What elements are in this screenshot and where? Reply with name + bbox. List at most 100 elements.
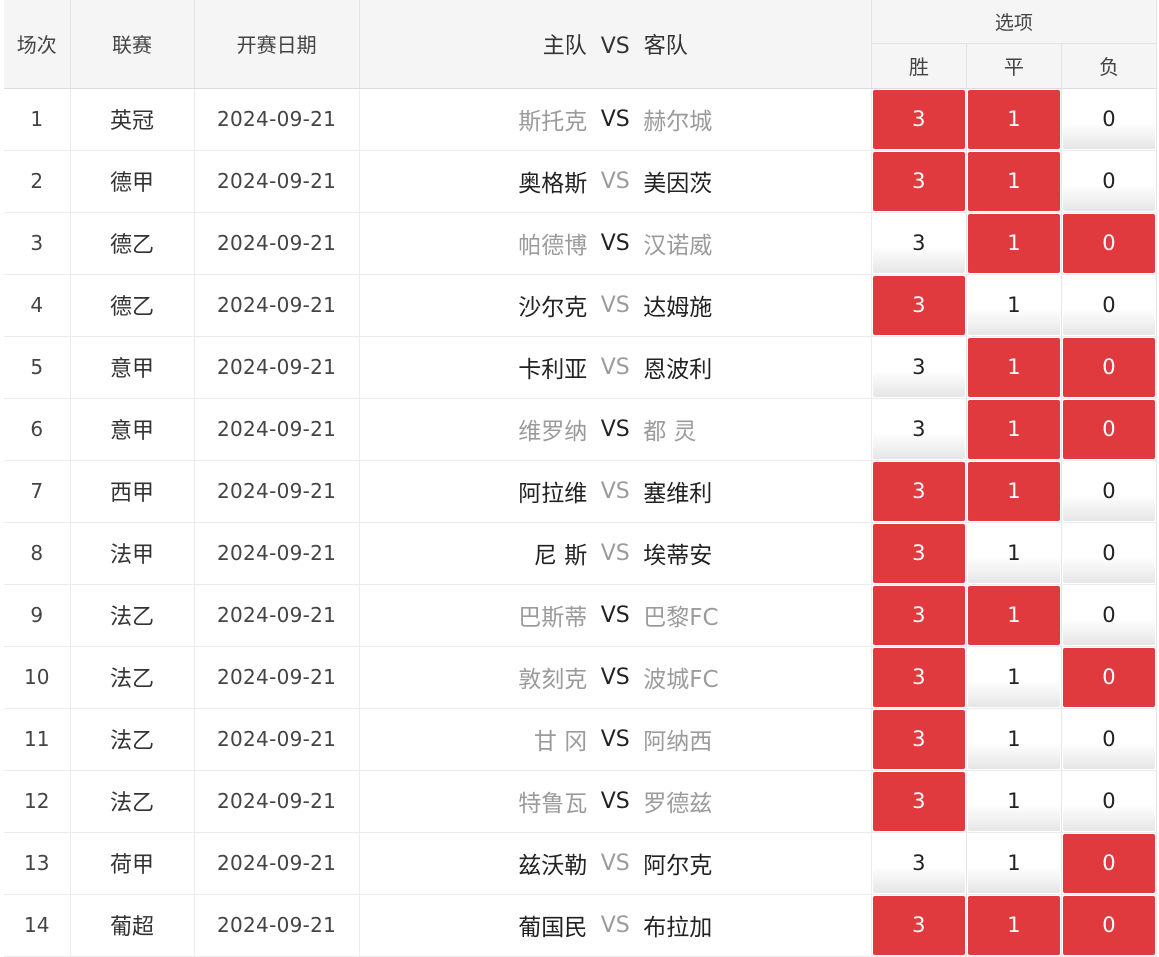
option-draw-button[interactable]: 1 bbox=[967, 523, 1060, 583]
vs-label: VS bbox=[600, 540, 630, 566]
league-name: 德甲 bbox=[70, 150, 195, 213]
away-team: 埃蒂安 bbox=[643, 543, 713, 569]
league-name: 英冠 bbox=[70, 88, 195, 151]
league-name: 法甲 bbox=[70, 522, 195, 585]
option-lose-button[interactable]: 0 bbox=[1062, 585, 1155, 645]
option-draw-button[interactable]: 1 bbox=[967, 709, 1060, 769]
option-cell-draw: 1 bbox=[966, 708, 1062, 771]
option-cell-win: 3 bbox=[871, 770, 967, 833]
match-cell: 葡国民 VS 布拉加 bbox=[359, 894, 872, 957]
match-cell: 兹沃勒 VS 阿尔克 bbox=[359, 832, 872, 895]
option-draw-button[interactable]: 1 bbox=[967, 647, 1060, 707]
option-win-button[interactable]: 3 bbox=[872, 399, 965, 459]
table-row: 4 德乙 2024-09-21 沙尔克 VS 达姆施 3 1 0 bbox=[4, 274, 1158, 337]
league-name: 西甲 bbox=[70, 460, 195, 523]
match-date: 2024-09-21 bbox=[194, 460, 360, 523]
vs-label: VS bbox=[600, 230, 630, 256]
option-draw-button[interactable]: 1 bbox=[967, 585, 1060, 645]
match-date: 2024-09-21 bbox=[194, 522, 360, 585]
option-lose-button[interactable]: 0 bbox=[1062, 709, 1155, 769]
option-cell-lose: 0 bbox=[1061, 832, 1158, 895]
option-win-button[interactable]: 3 bbox=[872, 647, 965, 707]
match-cell: 沙尔克 VS 达姆施 bbox=[359, 274, 872, 337]
vs-label: VS bbox=[600, 106, 630, 132]
option-win-button[interactable]: 3 bbox=[872, 895, 965, 955]
option-cell-win: 3 bbox=[871, 88, 967, 151]
option-draw-button[interactable]: 1 bbox=[967, 337, 1060, 397]
match-number: 8 bbox=[4, 522, 71, 585]
vs-label: VS bbox=[600, 478, 630, 504]
option-cell-draw: 1 bbox=[966, 212, 1062, 275]
table-row: 9 法乙 2024-09-21 巴斯蒂 VS 巴黎FC 3 1 0 bbox=[4, 584, 1158, 647]
home-team: 兹沃勒 bbox=[518, 853, 588, 879]
option-draw-button[interactable]: 1 bbox=[967, 833, 1060, 893]
away-team: 都 灵 bbox=[643, 419, 697, 445]
home-team: 卡利亚 bbox=[518, 357, 588, 383]
option-draw-button[interactable]: 1 bbox=[967, 89, 1060, 149]
option-lose-button[interactable]: 0 bbox=[1062, 833, 1155, 893]
option-win-button[interactable]: 3 bbox=[872, 213, 965, 273]
header-home: 主队 bbox=[542, 33, 587, 59]
match-number: 4 bbox=[4, 274, 71, 337]
option-lose-button[interactable]: 0 bbox=[1062, 275, 1155, 335]
option-draw-button[interactable]: 1 bbox=[967, 275, 1060, 335]
option-draw-button[interactable]: 1 bbox=[967, 399, 1060, 459]
home-team: 葡国民 bbox=[518, 915, 588, 941]
table-row: 13 荷甲 2024-09-21 兹沃勒 VS 阿尔克 3 1 0 bbox=[4, 832, 1158, 895]
option-draw-button[interactable]: 1 bbox=[967, 151, 1060, 211]
option-cell-lose: 0 bbox=[1061, 274, 1158, 337]
option-win-button[interactable]: 3 bbox=[872, 523, 965, 583]
option-cell-win: 3 bbox=[871, 150, 967, 213]
home-team: 斯托克 bbox=[518, 109, 588, 135]
match-cell: 尼 斯 VS 埃蒂安 bbox=[359, 522, 872, 585]
match-cell: 奥格斯 VS 美因茨 bbox=[359, 150, 872, 213]
match-cell: 斯托克 VS 赫尔城 bbox=[359, 88, 872, 151]
table-row: 11 法乙 2024-09-21 甘 冈 VS 阿纳西 3 1 0 bbox=[4, 708, 1158, 771]
option-lose-button[interactable]: 0 bbox=[1062, 647, 1155, 707]
option-cell-win: 3 bbox=[871, 646, 967, 709]
option-win-button[interactable]: 3 bbox=[872, 461, 965, 521]
header-date: 开赛日期 bbox=[194, 0, 360, 89]
match-date: 2024-09-21 bbox=[194, 398, 360, 461]
league-name: 法乙 bbox=[70, 770, 195, 833]
match-date: 2024-09-21 bbox=[194, 274, 360, 337]
option-draw-button[interactable]: 1 bbox=[967, 771, 1060, 831]
option-cell-draw: 1 bbox=[966, 460, 1062, 523]
option-lose-button[interactable]: 0 bbox=[1062, 461, 1155, 521]
option-draw-button[interactable]: 1 bbox=[967, 895, 1060, 955]
option-win-button[interactable]: 3 bbox=[872, 275, 965, 335]
option-lose-button[interactable]: 0 bbox=[1062, 337, 1155, 397]
option-lose-button[interactable]: 0 bbox=[1062, 895, 1155, 955]
home-team: 巴斯蒂 bbox=[518, 605, 588, 631]
option-cell-win: 3 bbox=[871, 460, 967, 523]
option-win-button[interactable]: 3 bbox=[872, 151, 965, 211]
option-win-button[interactable]: 3 bbox=[872, 771, 965, 831]
option-lose-button[interactable]: 0 bbox=[1062, 89, 1155, 149]
option-cell-lose: 0 bbox=[1061, 398, 1158, 461]
option-cell-lose: 0 bbox=[1061, 460, 1158, 523]
vs-label: VS bbox=[600, 726, 630, 752]
option-cell-draw: 1 bbox=[966, 398, 1062, 461]
match-number: 5 bbox=[4, 336, 71, 399]
option-win-button[interactable]: 3 bbox=[872, 337, 965, 397]
option-win-button[interactable]: 3 bbox=[872, 709, 965, 769]
option-cell-draw: 1 bbox=[966, 584, 1062, 647]
home-team: 帕德博 bbox=[518, 233, 588, 259]
vs-label: VS bbox=[600, 354, 630, 380]
option-win-button[interactable]: 3 bbox=[872, 89, 965, 149]
option-win-button[interactable]: 3 bbox=[872, 585, 965, 645]
option-draw-button[interactable]: 1 bbox=[967, 213, 1060, 273]
match-cell: 帕德博 VS 汉诺威 bbox=[359, 212, 872, 275]
league-name: 德乙 bbox=[70, 274, 195, 337]
vs-label: VS bbox=[600, 602, 630, 628]
home-team: 维罗纳 bbox=[518, 419, 588, 445]
option-lose-button[interactable]: 0 bbox=[1062, 523, 1155, 583]
option-draw-button[interactable]: 1 bbox=[967, 461, 1060, 521]
match-number: 11 bbox=[4, 708, 71, 771]
option-win-button[interactable]: 3 bbox=[872, 833, 965, 893]
option-lose-button[interactable]: 0 bbox=[1062, 771, 1155, 831]
header-draw: 平 bbox=[966, 43, 1062, 89]
option-lose-button[interactable]: 0 bbox=[1062, 399, 1155, 459]
option-lose-button[interactable]: 0 bbox=[1062, 213, 1155, 273]
option-lose-button[interactable]: 0 bbox=[1062, 151, 1155, 211]
